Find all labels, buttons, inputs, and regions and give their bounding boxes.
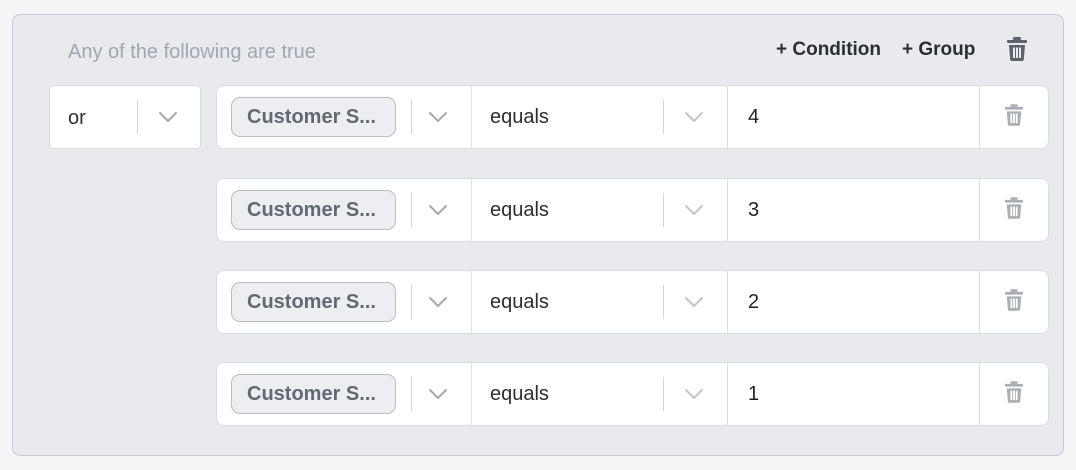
trash-icon xyxy=(1005,288,1023,316)
condition-row: Customer S... equals 3 xyxy=(216,178,1049,242)
chevron-down-icon xyxy=(428,387,448,401)
condition-group-panel: Any of the following are true + Conditio… xyxy=(12,14,1064,456)
value-input[interactable]: 4 xyxy=(727,86,980,148)
value-input[interactable]: 2 xyxy=(727,271,980,333)
delete-condition-button[interactable] xyxy=(980,363,1048,425)
trash-icon xyxy=(1005,380,1023,408)
select-divider xyxy=(137,100,138,134)
field-select[interactable]: Customer S... xyxy=(217,86,471,148)
operator-select[interactable]: equals xyxy=(471,179,727,241)
chevron-down-icon xyxy=(684,203,704,217)
select-divider xyxy=(663,100,664,134)
delete-condition-button[interactable] xyxy=(980,179,1048,241)
delete-condition-button[interactable] xyxy=(980,86,1048,148)
operator-value: equals xyxy=(490,383,549,405)
chevron-down-icon xyxy=(684,295,704,309)
group-title: Any of the following are true xyxy=(68,41,316,63)
select-divider xyxy=(411,377,412,411)
field-chip[interactable]: Customer S... xyxy=(231,374,396,414)
chevron-down-icon xyxy=(158,110,178,124)
condition-row: Customer S... equals 4 xyxy=(216,85,1049,149)
field-chip[interactable]: Customer S... xyxy=(231,97,396,137)
chevron-down-icon xyxy=(684,110,704,124)
select-divider xyxy=(663,285,664,319)
select-divider xyxy=(663,377,664,411)
chevron-down-icon xyxy=(428,295,448,309)
trash-icon xyxy=(1005,196,1023,224)
operator-value: equals xyxy=(490,106,549,128)
chevron-down-icon xyxy=(428,203,448,217)
trash-icon xyxy=(1007,36,1027,66)
value-input[interactable]: 3 xyxy=(727,179,980,241)
operator-select[interactable]: equals xyxy=(471,363,727,425)
add-group-button[interactable]: + Group xyxy=(902,39,975,61)
combinator-value: or xyxy=(68,107,86,129)
operator-value: equals xyxy=(490,291,549,313)
delete-group-button[interactable] xyxy=(1005,36,1029,66)
select-divider xyxy=(411,100,412,134)
field-select[interactable]: Customer S... xyxy=(217,363,471,425)
field-chip[interactable]: Customer S... xyxy=(231,190,396,230)
chevron-down-icon xyxy=(684,387,704,401)
value-input[interactable]: 1 xyxy=(727,363,980,425)
select-divider xyxy=(411,193,412,227)
combinator-select[interactable]: or xyxy=(49,85,201,149)
operator-select[interactable]: equals xyxy=(471,271,727,333)
condition-row: Customer S... equals 1 xyxy=(216,362,1049,426)
operator-select[interactable]: equals xyxy=(471,86,727,148)
operator-value: equals xyxy=(490,199,549,221)
select-divider xyxy=(411,285,412,319)
delete-condition-button[interactable] xyxy=(980,271,1048,333)
add-condition-button[interactable]: + Condition xyxy=(776,39,881,61)
condition-row: Customer S... equals 2 xyxy=(216,270,1049,334)
field-select[interactable]: Customer S... xyxy=(217,179,471,241)
select-divider xyxy=(663,193,664,227)
field-chip[interactable]: Customer S... xyxy=(231,282,396,322)
chevron-down-icon xyxy=(428,110,448,124)
field-select[interactable]: Customer S... xyxy=(217,271,471,333)
trash-icon xyxy=(1005,103,1023,131)
